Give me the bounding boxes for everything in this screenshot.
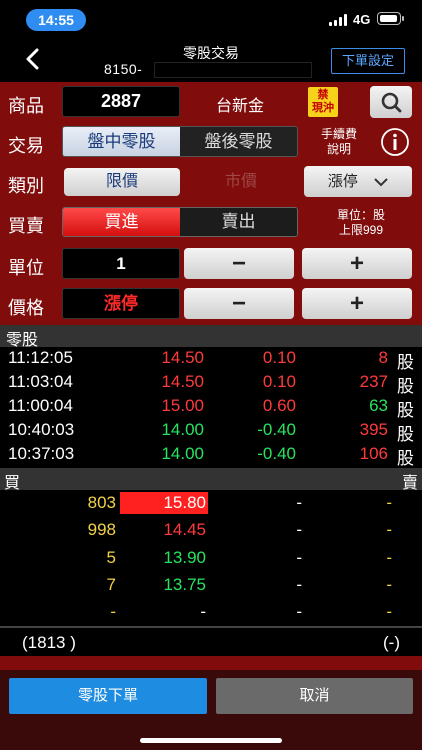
order-panel: 商品 2887 台新金 禁 現沖 交易 盤中零股 盤後零股 手續費 說明 類別 … [0, 82, 422, 325]
buy-header: 買 [4, 475, 21, 492]
price-decrement-button[interactable]: − [184, 288, 294, 319]
fee-info-label: 手續費 說明 [320, 127, 357, 156]
chevron-down-icon [374, 178, 388, 187]
book-row: - - - - [110, 602, 392, 621]
price-label: 價格 [8, 298, 44, 318]
trade-option-intraday[interactable]: 盤中零股 [63, 127, 180, 156]
tick-row: 10:40:03 14.00 -0.40 395 股 [0, 419, 422, 444]
book-row: 998 14.45 - - [87, 520, 392, 539]
book-row: 5 13.90 - - [106, 548, 392, 567]
search-button[interactable] [370, 86, 412, 118]
product-label: 商品 [8, 96, 44, 116]
price-input[interactable]: 漲停 [62, 288, 180, 319]
price-type-value: 漲停 [327, 173, 358, 190]
ticks-header: 零股 [0, 325, 422, 349]
tick-row: 11:00:04 15.00 0.60 63 股 [0, 395, 422, 420]
tick-row: 11:12:05 14.50 0.10 8 股 [0, 347, 422, 372]
submit-order-button[interactable]: 零股下單 [9, 678, 207, 714]
unit-input[interactable]: 1 [62, 248, 180, 279]
stock-code-field[interactable]: 2887 [62, 86, 180, 117]
total-bid: (1813 ) [22, 633, 76, 652]
status-time: 14:55 [26, 9, 86, 31]
cancel-button[interactable]: 取消 [216, 678, 413, 714]
battery-icon [377, 12, 404, 25]
buysell-toggle: 買進 賣出 [62, 207, 298, 237]
book-row: 803 15.80 - - [87, 492, 392, 514]
unit-decrement-button[interactable]: − [184, 248, 294, 279]
trade-label: 交易 [8, 136, 44, 156]
account-prefix: 8150- [104, 61, 143, 77]
price-increment-button[interactable]: + [302, 288, 412, 319]
unit-increment-button[interactable]: + [302, 248, 412, 279]
category-label: 類別 [8, 176, 44, 196]
no-daytrade-badge: 禁 現沖 [308, 87, 338, 117]
info-icon[interactable] [380, 127, 410, 157]
order-settings-button[interactable]: 下單設定 [331, 48, 405, 74]
stock-name: 台新金 [216, 98, 265, 115]
home-indicator [140, 738, 282, 743]
status-bar: 14:55 4G [0, 0, 422, 36]
unit-info: 單位：股 上限999 [336, 208, 385, 237]
signal-icon [329, 14, 349, 26]
category-limit-button[interactable]: 限價 [64, 168, 180, 196]
category-market-button[interactable]: 市價 [184, 168, 298, 196]
trade-session-toggle: 盤中零股 盤後零股 [62, 126, 298, 157]
unit-label: 單位 [8, 258, 44, 278]
account-mask [154, 62, 312, 78]
network-type: 4G [353, 12, 371, 27]
tick-row: 11:03:04 14.50 0.10 237 股 [0, 371, 422, 396]
sell-header: 賣 [401, 475, 418, 492]
buy-option[interactable]: 買進 [63, 208, 180, 236]
total-ask: (-) [383, 633, 400, 652]
buysell-label: 買賣 [8, 216, 44, 236]
book-row: 7 13.75 - - [106, 575, 392, 594]
nav-header: 零股交易 8150- 下單設定 [0, 36, 422, 82]
tick-row: 10:37:03 14.00 -0.40 106 股 [0, 443, 422, 468]
book-summary: (1813 ) (-) [0, 630, 422, 656]
book-header: 買 賣 [0, 468, 422, 492]
trade-option-afterhours[interactable]: 盤後零股 [180, 127, 297, 156]
price-type-dropdown[interactable]: 漲停 [304, 166, 412, 197]
sell-option[interactable]: 賣出 [180, 208, 297, 236]
search-icon [381, 92, 402, 113]
